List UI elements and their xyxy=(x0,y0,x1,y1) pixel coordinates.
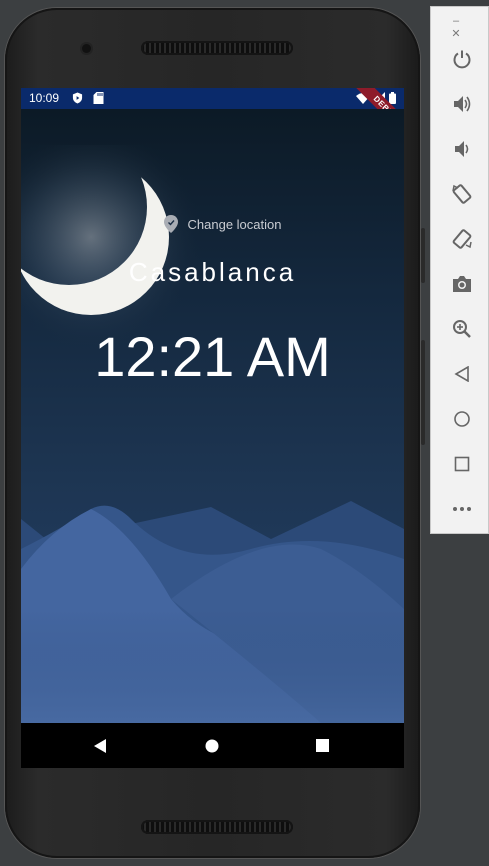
emulator-toolbar: –✕ xyxy=(430,6,489,534)
zoom-button[interactable] xyxy=(445,312,479,346)
nav-overview-button[interactable] xyxy=(292,723,352,768)
side-button-volume xyxy=(421,340,425,445)
volume-down-button[interactable] xyxy=(445,132,479,166)
back-button[interactable] xyxy=(445,357,479,391)
status-time: 10:09 xyxy=(29,91,60,105)
app-content: Change location Casablanca 12:21 AM xyxy=(21,109,404,723)
volume-up-icon xyxy=(454,96,471,112)
bottom-speaker xyxy=(141,820,293,834)
city-name: Casablanca xyxy=(128,257,297,287)
more-button[interactable] xyxy=(445,492,479,526)
location-pin-icon[interactable] xyxy=(163,215,178,233)
top-speaker xyxy=(141,41,293,55)
back-triangle-icon xyxy=(94,738,106,753)
android-nav-bar xyxy=(21,723,404,768)
rotate-left-icon xyxy=(452,184,472,204)
camera-icon xyxy=(453,276,471,292)
rotate-right-button[interactable] xyxy=(445,222,479,256)
sd-card-icon xyxy=(93,92,104,104)
home-icon xyxy=(454,411,470,427)
front-camera xyxy=(82,44,91,53)
change-location-row[interactable]: Change location xyxy=(21,215,404,238)
nav-back-button[interactable] xyxy=(71,723,131,768)
back-icon xyxy=(454,366,469,382)
change-location-link[interactable]: Change location xyxy=(188,217,282,232)
overview-icon xyxy=(454,456,470,472)
volume-up-button[interactable] xyxy=(445,87,479,121)
status-bar: 10:09 DEBUG xyxy=(21,88,404,142)
volume-down-icon xyxy=(455,141,469,157)
nav-home-button[interactable] xyxy=(182,723,242,768)
power-icon xyxy=(453,50,471,69)
power-button[interactable] xyxy=(445,42,479,76)
device-screen: 10:09 DEBUG xyxy=(21,88,404,768)
close-icon[interactable]: ✕ xyxy=(445,27,467,40)
home-circle-icon xyxy=(205,739,219,752)
overview-square-icon xyxy=(315,739,329,752)
overview-button[interactable] xyxy=(445,447,479,481)
current-time: 12:21 AM xyxy=(94,325,331,388)
zoom-icon xyxy=(453,320,471,338)
side-button-power xyxy=(421,228,425,283)
rotate-right-icon xyxy=(452,229,472,249)
crescent-moon-image xyxy=(21,145,221,345)
toolbar-window-controls: –✕ xyxy=(445,15,488,40)
home-button[interactable] xyxy=(445,402,479,436)
screenshot-button[interactable] xyxy=(445,267,479,301)
rotate-left-button[interactable] xyxy=(445,177,479,211)
shield-play-icon xyxy=(72,92,83,104)
minimize-icon[interactable]: – xyxy=(445,15,467,27)
more-icon xyxy=(453,507,471,511)
mountains-illustration xyxy=(21,501,404,723)
battery-icon xyxy=(389,92,396,104)
